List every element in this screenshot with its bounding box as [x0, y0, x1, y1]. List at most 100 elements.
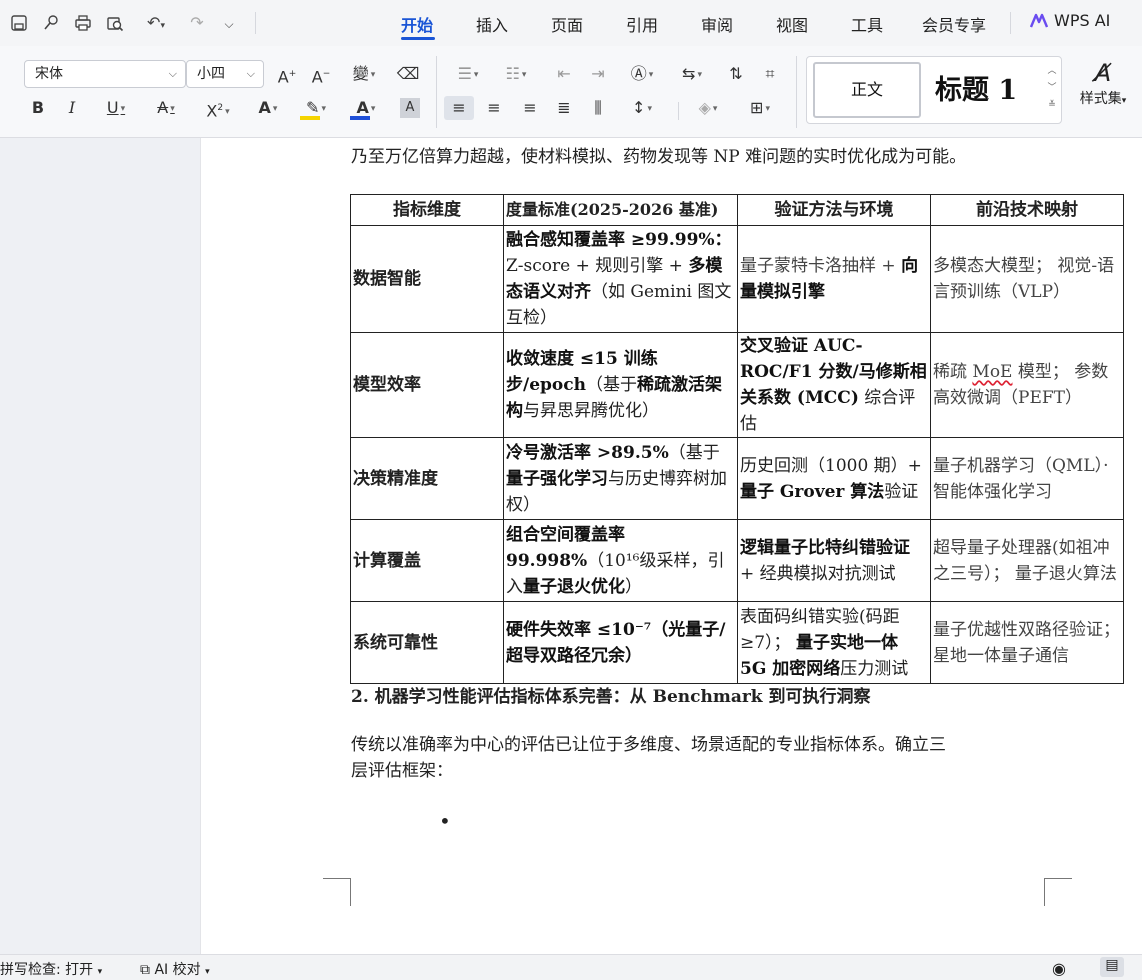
table-cell-verification: 交叉验证 AUC-ROC/F1 分数/马修斯相关系数 (MCC) 综合评估: [737, 332, 931, 438]
spellcheck-status[interactable]: 拼写检查: 打开 ▾: [0, 959, 102, 979]
table-cell-technology: 稀疏 MoE 模型； 参数高效微调（PEFT）: [930, 332, 1124, 438]
spellcheck-flagged-word[interactable]: MoE: [972, 362, 1012, 382]
character-shading-icon[interactable]: A: [400, 98, 420, 118]
font-size-select[interactable]: 小四 ⌵: [186, 60, 264, 88]
table-cell-metric: 组合空间覆盖率 99.998%（10¹⁶级采样，引入量子退火优化）: [503, 519, 738, 602]
shading-icon[interactable]: ◈ ▾: [690, 96, 726, 120]
align-left-icon[interactable]: ≡: [444, 96, 474, 120]
tab-page[interactable]: 页面: [551, 12, 583, 36]
more-styles-icon[interactable]: ≚: [1045, 97, 1059, 114]
document-page[interactable]: 乃至万亿倍算力超越，使材料模拟、药物发现等 NP 难问题的实时优化成为可能。 指…: [200, 138, 1142, 954]
eye-icon[interactable]: ◉: [1052, 959, 1066, 978]
font-size-value: 小四: [197, 66, 225, 82]
link-icon[interactable]: [40, 12, 62, 34]
print-icon[interactable]: [72, 12, 94, 34]
line-spacing-icon[interactable]: ↕ ▾: [624, 96, 660, 120]
align-center-icon[interactable]: ≡: [482, 96, 506, 120]
font-color-swatch: [350, 116, 370, 120]
ai-check-icon: ⧉: [140, 962, 150, 978]
divider: [1010, 12, 1011, 34]
verify-bold-text: 量子 Grover 算法: [740, 481, 885, 502]
tab-review[interactable]: 审阅: [701, 12, 733, 36]
page-margin-corner: [1044, 878, 1072, 906]
bold-icon[interactable]: B: [28, 96, 48, 120]
justify-icon[interactable]: ≣: [552, 96, 576, 120]
page-view-icon[interactable]: ▤: [1100, 957, 1124, 977]
verify-text: 量子蒙特卡洛抽样 +: [740, 256, 902, 276]
tab-insert[interactable]: 插入: [476, 12, 508, 36]
grow-font-icon[interactable]: A+: [276, 62, 298, 86]
ribbon-home: 宋体 ⌵ 小四 ⌵ A+ A− 變 ▾ ⌫ B I U ▾ A ▾ X2 ▾ A ▾ ✎ ▾…: [0, 46, 1142, 138]
numbered-list-icon[interactable]: ☷ ▾: [498, 62, 534, 86]
more-icon[interactable]: ⌵: [218, 12, 240, 34]
ai-check-label: AI 校对: [154, 962, 201, 978]
bullet-point: •: [439, 809, 451, 833]
print-preview-icon[interactable]: [104, 12, 126, 34]
metric-bold-text: 融合感知覆盖率 ≥99.99%：: [506, 230, 732, 250]
tab-member[interactable]: 会员专享: [922, 12, 986, 36]
show-marks-icon[interactable]: ⌗: [758, 62, 782, 86]
phonetic-guide-icon[interactable]: 變 ▾: [346, 62, 382, 86]
borders-icon[interactable]: ⊞ ▾: [742, 96, 778, 120]
ai-check-button[interactable]: ⧉ AI 校对 ▾: [140, 959, 210, 979]
redo-icon[interactable]: ↷: [186, 12, 208, 34]
bullet-list-icon[interactable]: ☰ ▾: [450, 62, 486, 86]
table-header-cell: 度量标准(2025-2026 基准): [503, 194, 738, 226]
italic-icon[interactable]: I: [62, 96, 82, 120]
styles-gallery: 正文 标题 1 ︿ ﹀ ≚: [806, 56, 1062, 124]
navigation-pane: [0, 138, 200, 954]
table-header-cell: 指标维度: [350, 194, 504, 226]
increase-indent-icon[interactable]: ⇥: [586, 62, 610, 86]
table-cell-dimension: 模型效率: [350, 332, 504, 438]
table-cell-dimension: 决策精准度: [350, 437, 504, 520]
align-right-icon[interactable]: ≡: [518, 96, 542, 120]
verify-text: 验证: [884, 481, 919, 502]
table-header-cell: 验证方法与环境: [737, 194, 931, 226]
table-row: 决策精准度 冷号激活率 >89.5%（基于量子强化学习与历史博弈树加权） 历史回…: [350, 437, 1124, 520]
section-heading: 2. 机器学习性能评估指标体系完善：从 Benchmark 到可执行洞察: [351, 687, 871, 707]
table-header-cell: 前沿技术映射: [930, 194, 1124, 226]
text-effect-icon[interactable]: A ▾: [250, 96, 286, 120]
distributed-icon[interactable]: ⫼: [586, 96, 610, 120]
undo-icon[interactable]: ↶▾: [138, 12, 174, 34]
metric-bold-text: 量子强化学习: [506, 468, 608, 489]
font-name-value: 宋体: [35, 66, 63, 82]
table-header-row: 指标维度 度量标准(2025-2026 基准) 验证方法与环境 前沿技术映射: [350, 194, 1124, 226]
underline-icon[interactable]: U ▾: [98, 96, 134, 120]
wps-ai-label: WPS AI: [1054, 11, 1111, 30]
superscript-icon[interactable]: X2 ▾: [198, 96, 238, 120]
tab-view[interactable]: 视图: [776, 12, 808, 36]
clear-format-icon[interactable]: ⌫: [396, 62, 420, 86]
shrink-font-icon[interactable]: A−: [310, 62, 332, 86]
style-heading-1[interactable]: 标题 1: [935, 63, 1017, 119]
verify-text: 历史回测（1000 期）+: [740, 455, 922, 476]
wps-ai-button[interactable]: WPS AI: [1030, 11, 1110, 30]
table-row: 计算覆盖 组合空间覆盖率 99.998%（10¹⁶级采样，引入量子退火优化） 逻…: [350, 519, 1124, 602]
style-normal[interactable]: 正文: [813, 62, 921, 118]
change-case-icon[interactable]: ⇆ ▾: [674, 62, 710, 86]
spellcheck-label: 拼写检查: 打开: [0, 962, 94, 978]
strikethrough-icon[interactable]: A ▾: [148, 96, 184, 120]
table-cell-metric: 冷号激活率 >89.5%（基于量子强化学习与历史博弈树加权）: [503, 437, 738, 520]
table-cell-technology: 多模态大模型； 视觉-语言预训练（VLP）: [930, 225, 1124, 333]
chevron-up-icon[interactable]: ︿: [1045, 63, 1059, 80]
style-set-button[interactable]: A̸ 样式集▾: [1070, 58, 1136, 108]
table-cell-verification: 量子蒙特卡洛抽样 + 向量模拟引擎: [737, 225, 931, 333]
sort-icon[interactable]: ⇅: [724, 62, 748, 86]
styles-scroll[interactable]: ︿ ﹀ ≚: [1045, 63, 1059, 114]
table-cell-technology: 量子优越性双路径验证； 星地一体量子通信: [930, 601, 1124, 684]
decrease-indent-icon[interactable]: ⇤: [552, 62, 576, 86]
chevron-down-icon: ▾: [97, 967, 103, 977]
status-bar: 拼写检查: 打开 ▾ ⧉ AI 校对 ▾ ◉ ▤: [0, 954, 1142, 980]
active-tab-indicator: [401, 37, 435, 40]
text-direction-icon[interactable]: Ⓐ ▾: [624, 62, 660, 86]
tab-tools[interactable]: 工具: [851, 12, 883, 36]
save-icon[interactable]: [8, 12, 30, 34]
font-name-select[interactable]: 宋体 ⌵: [24, 60, 186, 88]
chevron-down-icon[interactable]: ﹀: [1045, 80, 1059, 97]
page-margin-corner: [323, 878, 351, 906]
tab-references[interactable]: 引用: [626, 12, 658, 36]
metrics-table: 指标维度 度量标准(2025-2026 基准) 验证方法与环境 前沿技术映射 数…: [350, 194, 1124, 684]
tab-home[interactable]: 开始: [401, 12, 433, 36]
table-row: 数据智能 融合感知覆盖率 ≥99.99%： Z-score + 规则引擎 + 多模…: [350, 225, 1124, 333]
